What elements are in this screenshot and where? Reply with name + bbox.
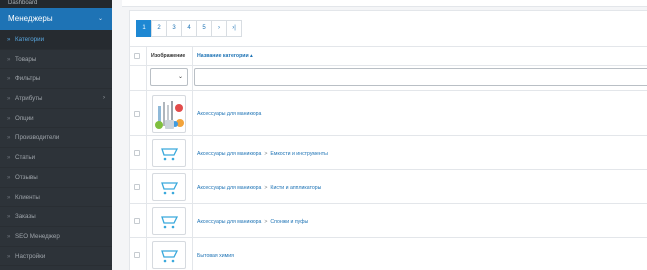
sidebar-item-label: Товары — [15, 55, 37, 63]
double-chevron-right-icon: » — [7, 174, 11, 181]
double-chevron-right-icon: » — [7, 155, 11, 162]
shopping-cart-icon — [152, 173, 186, 201]
app-window: Dashboard Менеджеры ⌄ » Категории » Товары… — [0, 0, 647, 270]
breadcrumb-separator: > — [264, 219, 268, 225]
shopping-cart-icon — [152, 139, 186, 167]
name-filter-input[interactable] — [194, 68, 647, 86]
double-chevron-right-icon: » — [7, 96, 11, 103]
category-image — [152, 95, 186, 133]
row-checkbox[interactable] — [134, 184, 140, 190]
sidebar-item-label: Отзывы — [15, 173, 38, 181]
page-button-3[interactable]: 3 — [166, 20, 182, 37]
row-checkbox[interactable] — [134, 150, 140, 156]
row-checkbox[interactable] — [134, 218, 140, 224]
sidebar: Dashboard Менеджеры ⌄ » Категории » Товары… — [0, 0, 112, 270]
column-header-name[interactable]: Название категории ▴ — [197, 47, 253, 65]
sidebar-item-label: Атрибуты — [15, 95, 43, 103]
next-page-button[interactable]: › — [211, 20, 227, 37]
page-button-1[interactable]: 1 — [136, 20, 152, 37]
image-filter-select[interactable]: ⌄ — [150, 68, 188, 86]
sidebar-item-settings[interactable]: » Настройки — [0, 247, 112, 267]
category-name-part: Кисти и аппликаторы — [270, 185, 322, 191]
chevron-down-icon: ⌄ — [97, 16, 103, 22]
category-name-part: Бытовая химия — [197, 253, 234, 259]
filter-row: ⌄ — [130, 67, 647, 91]
sidebar-item-label: Фильтры — [15, 75, 41, 83]
column-header-image: Изображение — [151, 53, 186, 59]
chevron-right-icon: › — [103, 95, 105, 102]
sidebar-item-label: Статьи — [15, 154, 36, 162]
sidebar-item-products[interactable]: » Товары — [0, 50, 112, 70]
table-row: Аксессуары для маникюра > Спонжи и пуфы — [130, 205, 647, 238]
chevron-down-icon: ⌄ — [177, 74, 183, 80]
pagination: 1 2 3 4 5 › ›| — [136, 20, 242, 37]
sidebar-item-label: Настройки — [15, 252, 46, 260]
category-link[interactable]: Бытовая химия — [197, 253, 234, 259]
category-name-part: Аксессуары для маникюра — [197, 111, 262, 117]
sidebar-section-managers[interactable]: Менеджеры ⌄ — [0, 8, 112, 30]
page-header-strip — [122, 0, 647, 7]
sidebar-menu: » Категории » Товары » Фильтры » Атрибуты › »… — [0, 30, 112, 267]
sidebar-item-label: Категории — [15, 36, 45, 43]
shopping-cart-icon — [152, 241, 186, 269]
page-button-2[interactable]: 2 — [151, 20, 167, 37]
sidebar-item-articles[interactable]: » Статьи — [0, 148, 112, 168]
sidebar-top-item[interactable]: Dashboard — [0, 0, 112, 8]
sidebar-item-attributes[interactable]: » Атрибуты › — [0, 89, 112, 109]
sidebar-section-label: Менеджеры — [8, 14, 53, 23]
table-row: Аксессуары для маникюра > Кисти и аппликат… — [130, 171, 647, 204]
category-link[interactable]: Аксессуары для маникюра > Кисти и аппликат… — [197, 185, 321, 191]
sidebar-item-label: Клиенты — [15, 193, 40, 201]
category-link[interactable]: Аксессуары для маникюра > Спонжи и пуфы — [197, 219, 308, 225]
sidebar-item-reviews[interactable]: » Отзывы — [0, 168, 112, 188]
sidebar-item-filters[interactable]: » Фильтры — [0, 69, 112, 90]
double-chevron-right-icon: » — [7, 194, 11, 201]
shopping-cart-icon — [152, 207, 186, 235]
category-link[interactable]: Аксессуары для маникюра — [197, 111, 261, 117]
main-content: 1 2 3 4 5 › ›| Изображение Название кате… — [112, 0, 647, 270]
page-button-5[interactable]: 5 — [196, 20, 212, 37]
select-all-checkbox[interactable] — [134, 53, 140, 59]
double-chevron-right-icon: » — [7, 37, 11, 43]
double-chevron-right-icon: » — [7, 135, 11, 142]
breadcrumb-separator: > — [264, 185, 268, 191]
sidebar-item-orders[interactable]: » Заказы — [0, 207, 112, 227]
category-name-part: Спонжи и пуфы — [270, 219, 309, 225]
double-chevron-right-icon: » — [7, 214, 11, 221]
sidebar-top-label: Dashboard — [8, 0, 38, 6]
double-chevron-right-icon: » — [7, 56, 11, 63]
row-checkbox[interactable] — [134, 111, 140, 117]
sidebar-item-customers[interactable]: » Клиенты — [0, 188, 112, 208]
table-row: Бытовая химия — [130, 239, 647, 270]
category-name-part: Емкости и инструменты — [270, 151, 328, 157]
category-link[interactable]: Аксессуары для маникюра > Емкости и инстру… — [197, 151, 328, 157]
last-page-button[interactable]: ›| — [226, 20, 242, 37]
sidebar-item-options[interactable]: » Опции — [0, 109, 112, 129]
sidebar-item-seo-manager[interactable]: » SEO Менеджер — [0, 227, 112, 247]
table-header: Изображение Название категории ▴ — [130, 46, 647, 66]
category-name-part: Аксессуары для маникюра — [197, 151, 262, 157]
double-chevron-right-icon: » — [7, 115, 11, 122]
sidebar-item-label: Опции — [15, 114, 34, 122]
row-checkbox[interactable] — [134, 252, 140, 258]
categories-panel: 1 2 3 4 5 › ›| Изображение Название кате… — [129, 10, 647, 270]
sidebar-item-categories[interactable]: » Категории — [0, 30, 112, 50]
sidebar-item-manufacturers[interactable]: » Производители — [0, 128, 112, 149]
double-chevron-right-icon: » — [7, 76, 11, 83]
sidebar-item-label: Производители — [15, 134, 60, 142]
category-name-part: Аксессуары для маникюра — [197, 219, 262, 225]
sidebar-item-label: SEO Менеджер — [15, 232, 60, 240]
table-row: Аксессуары для маникюра > Емкости и инстру… — [130, 137, 647, 170]
double-chevron-right-icon: » — [7, 253, 11, 260]
double-chevron-right-icon: » — [7, 233, 11, 240]
table-row: Аксессуары для маникюра — [130, 92, 647, 136]
breadcrumb-separator: > — [264, 151, 268, 157]
sidebar-item-label: Заказы — [15, 213, 36, 221]
category-name-part: Аксессуары для маникюра — [197, 185, 262, 191]
page-button-4[interactable]: 4 — [181, 20, 197, 37]
